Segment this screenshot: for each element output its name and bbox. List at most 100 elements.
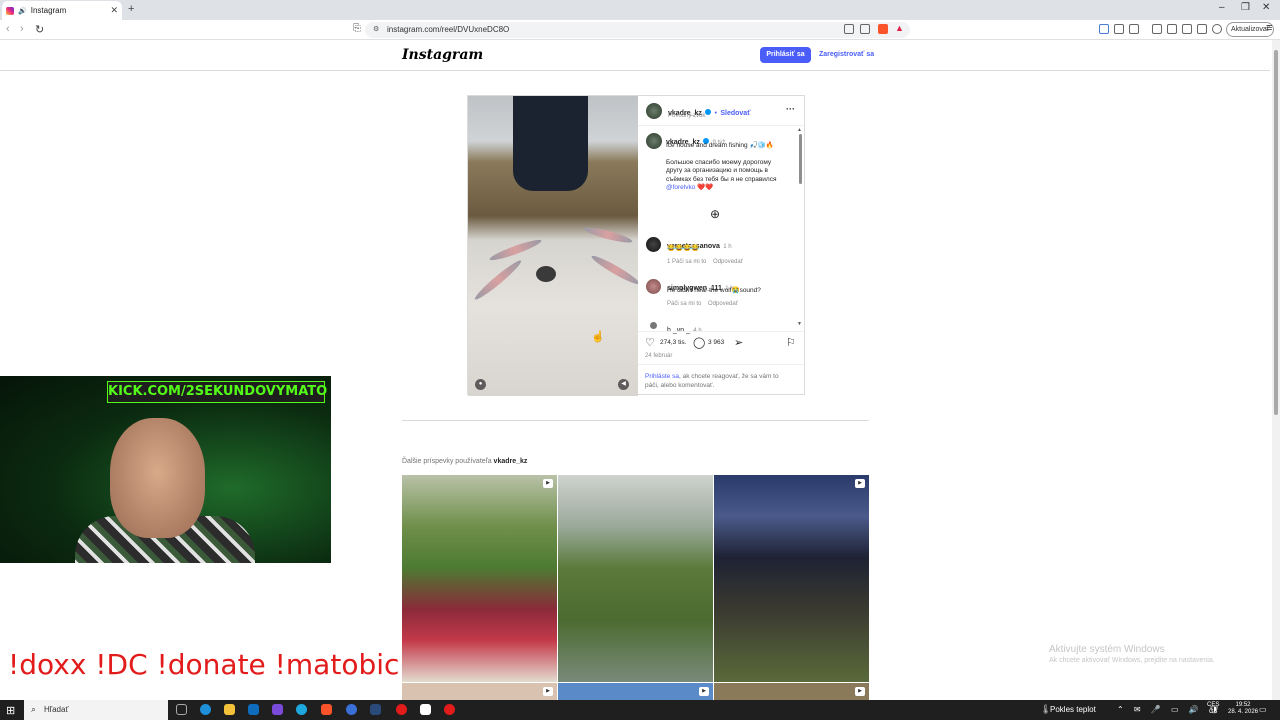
comment-likes: 1 Páči sa mi to — [667, 259, 707, 265]
chat-commands-overlay: !doxx !DC !donate !matobic — [8, 648, 400, 681]
app-icon[interactable] — [444, 704, 455, 715]
new-tab-button[interactable]: + — [128, 3, 134, 15]
task-view-icon[interactable] — [176, 704, 187, 715]
caption-avatar[interactable] — [646, 133, 662, 149]
share-icon[interactable] — [860, 24, 870, 34]
reply-button[interactable]: Odpovedať — [708, 301, 738, 307]
store-icon[interactable] — [248, 704, 259, 715]
url-text: instagram.com/reel/DVUxneDC8O — [387, 25, 510, 34]
weather-widget[interactable]: Pokles teplot — [1050, 705, 1096, 714]
screenshot-icon[interactable] — [844, 24, 854, 34]
app-icon[interactable] — [346, 704, 357, 715]
site-info-icon[interactable]: ⚙ — [373, 25, 379, 33]
reel-icon: ▶ — [855, 479, 865, 488]
comment-text: He didn't hear the wolf😭sound? — [667, 287, 761, 294]
taskbar-search-placeholder: Hľadať — [44, 705, 69, 714]
login-prompt: Prihláste sa, ak chcete reagovať, že sa … — [645, 373, 779, 389]
follow-button[interactable]: Sledovať — [720, 110, 750, 117]
post-thumbnail[interactable] — [558, 475, 713, 682]
close-window-button[interactable]: ✕ — [1262, 2, 1270, 13]
reel-post: ● ◀ vkadre_kz • Sledovať Pôvodný zvuk ··… — [467, 95, 806, 396]
post-sidebar: vkadre_kz • Sledovať Pôvodný zvuk ··· vk… — [638, 96, 806, 396]
vpn-icon[interactable] — [1212, 24, 1222, 34]
sidebar-icon[interactable] — [1167, 24, 1177, 34]
like-heart-icon[interactable]: ♡ — [645, 336, 655, 349]
save-bookmark-icon[interactable]: ⚐ — [786, 336, 796, 349]
comment-avatar[interactable] — [650, 322, 657, 329]
page-scrollbar[interactable] — [1272, 40, 1280, 700]
reel-video[interactable]: ● ◀ — [468, 96, 638, 396]
reply-button[interactable]: Odpovedať — [713, 259, 743, 265]
more-options-icon[interactable]: ··· — [786, 104, 795, 114]
search-icon: ⌕ — [31, 704, 37, 714]
reload-icon[interactable]: ↻ — [35, 23, 44, 36]
minimize-button[interactable]: – — [1219, 2, 1225, 13]
extension-icon[interactable] — [1114, 24, 1124, 34]
scroll-up-icon[interactable]: ▲ — [797, 127, 802, 133]
notification-icon[interactable]: ▭ — [1259, 705, 1267, 714]
scroll-down-icon[interactable]: ▼ — [797, 321, 802, 327]
instagram-logo[interactable]: Instagram — [402, 47, 483, 63]
language-indicator[interactable]: CES CS — [1207, 702, 1219, 716]
extension-icon[interactable] — [1129, 24, 1139, 34]
comments-count: 3 963 — [708, 339, 725, 346]
post-thumbnail[interactable]: ▶ — [714, 683, 869, 700]
post-thumbnail[interactable]: ▶ — [558, 683, 713, 700]
mute-icon[interactable]: ◀ — [618, 379, 629, 390]
audio-label[interactable]: Pôvodný zvuk — [668, 113, 705, 119]
author-avatar[interactable] — [646, 103, 662, 119]
music-icon[interactable] — [1152, 24, 1162, 34]
windows-activation-subtitle: Ak chcete aktivovať Windows, prejdite na… — [1049, 657, 1215, 664]
windows-taskbar: ⊞ ⌕ Hľadať 🌡 Pokles teplot ⌃ ✉ 🎤 ▭ 🔊 🛡 C… — [0, 700, 1280, 720]
restore-button[interactable]: ❐ — [1241, 2, 1250, 13]
post-thumbnail[interactable]: ▶ — [402, 475, 557, 682]
login-button[interactable]: Prihlásiť sa — [760, 47, 811, 63]
brave-icon[interactable] — [321, 704, 332, 715]
menu-icon[interactable]: ≡ — [1266, 22, 1272, 34]
leo-ai-icon[interactable] — [1197, 24, 1207, 34]
post-thumbnail[interactable]: ▶ — [714, 475, 869, 682]
app-icon[interactable] — [272, 704, 283, 715]
taskbar-search[interactable]: ⌕ Hľadať — [24, 700, 168, 720]
comment-likes: Páči sa mi to — [667, 301, 702, 307]
browser-tab-bar: 🔊 Instagram ✕ + – ❐ ✕ — [0, 0, 1280, 20]
instagram-header: Instagram Prihlásiť sa Zaregistrovať sa — [0, 40, 1270, 71]
more-posts-username[interactable]: vkadre_kz — [494, 458, 528, 465]
bookmark-icon[interactable]: ⎘ — [353, 23, 361, 34]
signup-link[interactable]: Zaregistrovať sa — [819, 51, 874, 58]
comment-icon[interactable]: ◯ — [693, 336, 705, 349]
url-field[interactable]: ⚙ instagram.com/reel/DVUxneDC8O — [365, 22, 910, 38]
reel-icon: ▶ — [543, 687, 553, 696]
close-tab-icon[interactable]: ✕ — [110, 5, 118, 16]
post-thumbnail[interactable]: ▶ — [402, 683, 557, 700]
login-prompt-link[interactable]: Prihláste sa — [645, 373, 679, 380]
forward-icon[interactable]: › — [20, 23, 24, 35]
comment-avatar[interactable] — [646, 237, 661, 252]
mention-link[interactable]: @forelvko — [666, 184, 695, 191]
video-person — [513, 96, 588, 191]
brave-shield-icon[interactable] — [878, 24, 888, 34]
app-icon[interactable] — [296, 704, 307, 715]
user-tag-icon[interactable]: ● — [475, 379, 486, 390]
caption-text: Ice house and dream fishing 🎣🧊🔥 Большое … — [666, 142, 777, 191]
reel-icon: ▶ — [699, 687, 709, 696]
windows-start-icon[interactable]: ⊞ — [6, 704, 15, 717]
clock[interactable]: 19:52 28. 4. 2026 — [1228, 702, 1258, 716]
opera-icon[interactable] — [396, 704, 407, 715]
browser-tab[interactable]: 🔊 Instagram ✕ — [2, 1, 122, 20]
comment-avatar[interactable] — [646, 279, 661, 294]
wallet-icon[interactable] — [1182, 24, 1192, 34]
edge-icon[interactable] — [200, 704, 211, 715]
speaker-icon[interactable]: 🔊 — [18, 7, 27, 15]
audio-extension-icon[interactable] — [1099, 24, 1109, 34]
share-send-icon[interactable]: ➢ — [734, 336, 743, 349]
brave-rewards-icon[interactable]: ▲ — [895, 23, 904, 33]
back-icon[interactable]: ‹ — [6, 23, 10, 35]
steam-icon[interactable] — [370, 704, 381, 715]
obs-icon[interactable] — [420, 704, 431, 715]
load-more-comments-icon[interactable]: ⊕ — [710, 207, 720, 221]
page-scrollbar-thumb[interactable] — [1274, 50, 1278, 415]
fish — [472, 257, 524, 303]
comments-scrollbar[interactable] — [799, 134, 802, 184]
file-explorer-icon[interactable] — [224, 704, 235, 715]
